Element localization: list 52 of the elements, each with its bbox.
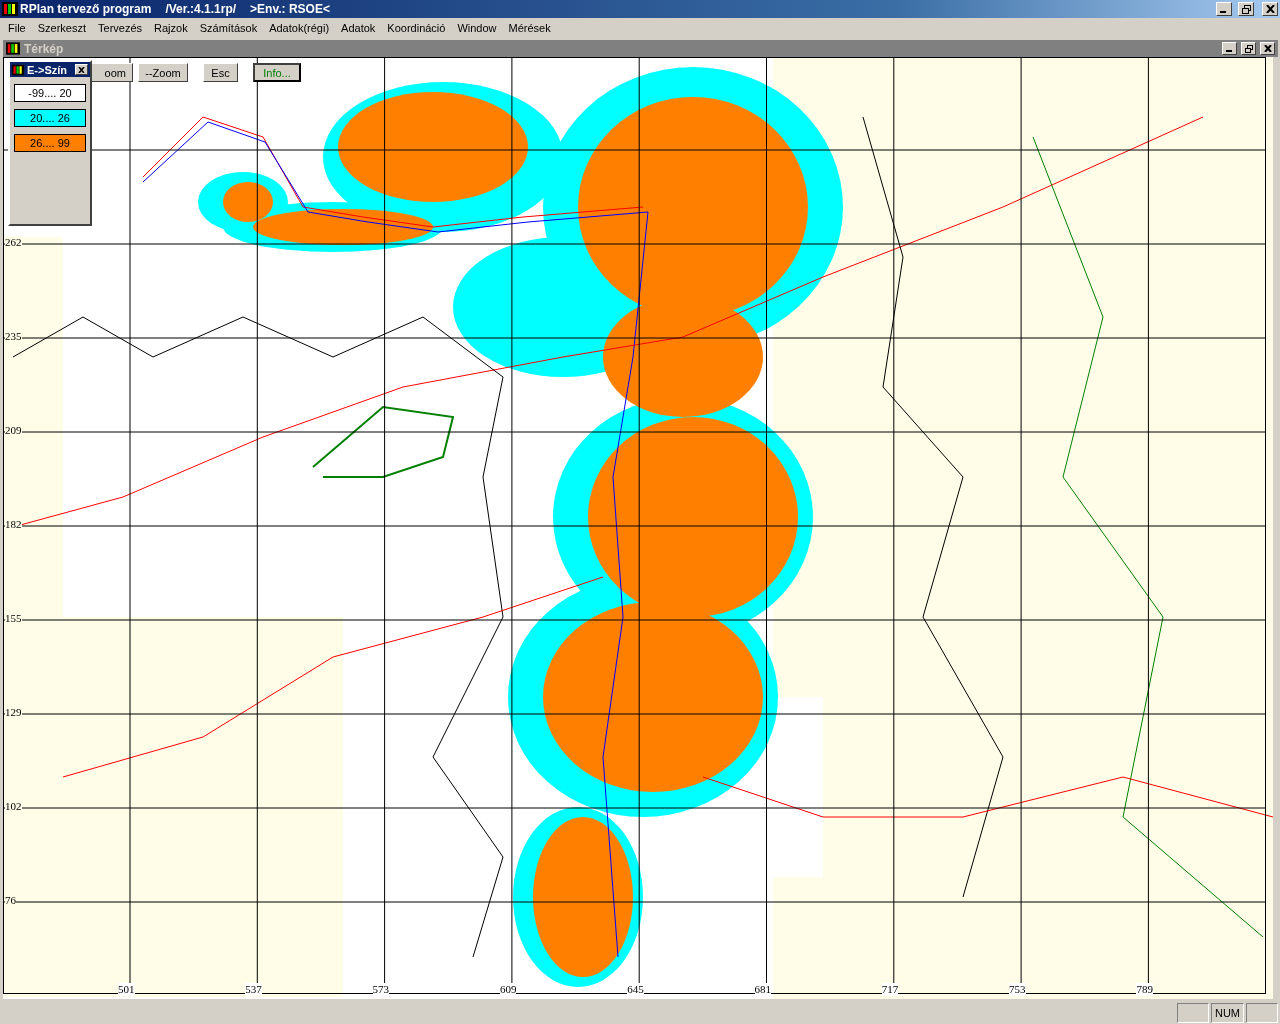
menu-item[interactable]: Window — [451, 22, 503, 34]
axis-tick-label: 102 — [5, 800, 22, 813]
menu-item[interactable]: Rajzok — [148, 22, 194, 34]
legend-range: 26.... 99 — [14, 134, 86, 152]
axis-tick-label: 209 — [5, 424, 22, 437]
toolbar-button[interactable]: oom — [89, 63, 133, 82]
menu-item[interactable]: Mérések — [502, 22, 557, 34]
legend-range: 20.... 26 — [14, 109, 86, 127]
legend-title: E->Szín — [27, 63, 69, 76]
axis-tick-label: 129 — [5, 706, 22, 719]
menu-item[interactable]: Szerkeszt — [31, 22, 93, 34]
menu-item[interactable]: Számítások — [193, 22, 264, 34]
axis-tick-label: 645 — [627, 983, 644, 996]
axis-tick-label: 155 — [5, 612, 22, 625]
close-button[interactable] — [75, 64, 88, 75]
axis-tick-label: 753 — [1009, 983, 1026, 996]
child-window-title: Térkép — [24, 41, 64, 56]
app-icon — [6, 42, 20, 55]
environment-label: >Env.: RSOE< — [250, 2, 330, 16]
axis-tick-label: 789 — [1136, 983, 1153, 996]
status-panel — [1246, 1003, 1278, 1023]
toolbar-button[interactable]: Esc — [203, 63, 238, 82]
status-indicator: NUM — [1210, 1003, 1244, 1023]
axis-tick-label: 235 — [5, 330, 22, 343]
menu-item[interactable]: File — [2, 22, 32, 34]
window-title: RPlan tervező program — [20, 2, 152, 16]
axis-tick-label: 182 — [5, 518, 22, 531]
close-button[interactable] — [1262, 2, 1278, 16]
close-icon — [1265, 5, 1275, 13]
menu-item[interactable]: Tervezés — [92, 22, 149, 34]
close-button[interactable] — [1260, 42, 1275, 55]
toolbar-button[interactable]: --Zoom — [138, 63, 188, 82]
status-panel — [1176, 1003, 1209, 1023]
restore-button[interactable] — [1238, 2, 1254, 16]
menu-item[interactable]: Adatok — [335, 22, 382, 34]
menu-item[interactable]: Adatok(régi) — [263, 22, 336, 34]
axis-tick-label: 537 — [245, 983, 262, 996]
close-icon — [1263, 45, 1272, 52]
minimize-button[interactable] — [1216, 2, 1232, 16]
app-icon — [12, 63, 24, 76]
legend-range: -99.... 20 — [14, 84, 86, 102]
minimize-button[interactable] — [1222, 42, 1237, 55]
restore-button[interactable] — [1241, 42, 1256, 55]
app-icon — [2, 2, 18, 16]
version-label: /Ver.:4.1.1rp/ — [165, 2, 237, 16]
restore-icon — [1244, 44, 1253, 53]
axis-tick-label: 262 — [5, 236, 22, 249]
menu-item[interactable]: Koordináció — [381, 22, 452, 34]
axis-tick-label: 501 — [118, 983, 135, 996]
close-icon — [78, 66, 85, 73]
restore-icon — [1241, 4, 1251, 14]
axis-tick-label: 76 — [5, 894, 16, 907]
